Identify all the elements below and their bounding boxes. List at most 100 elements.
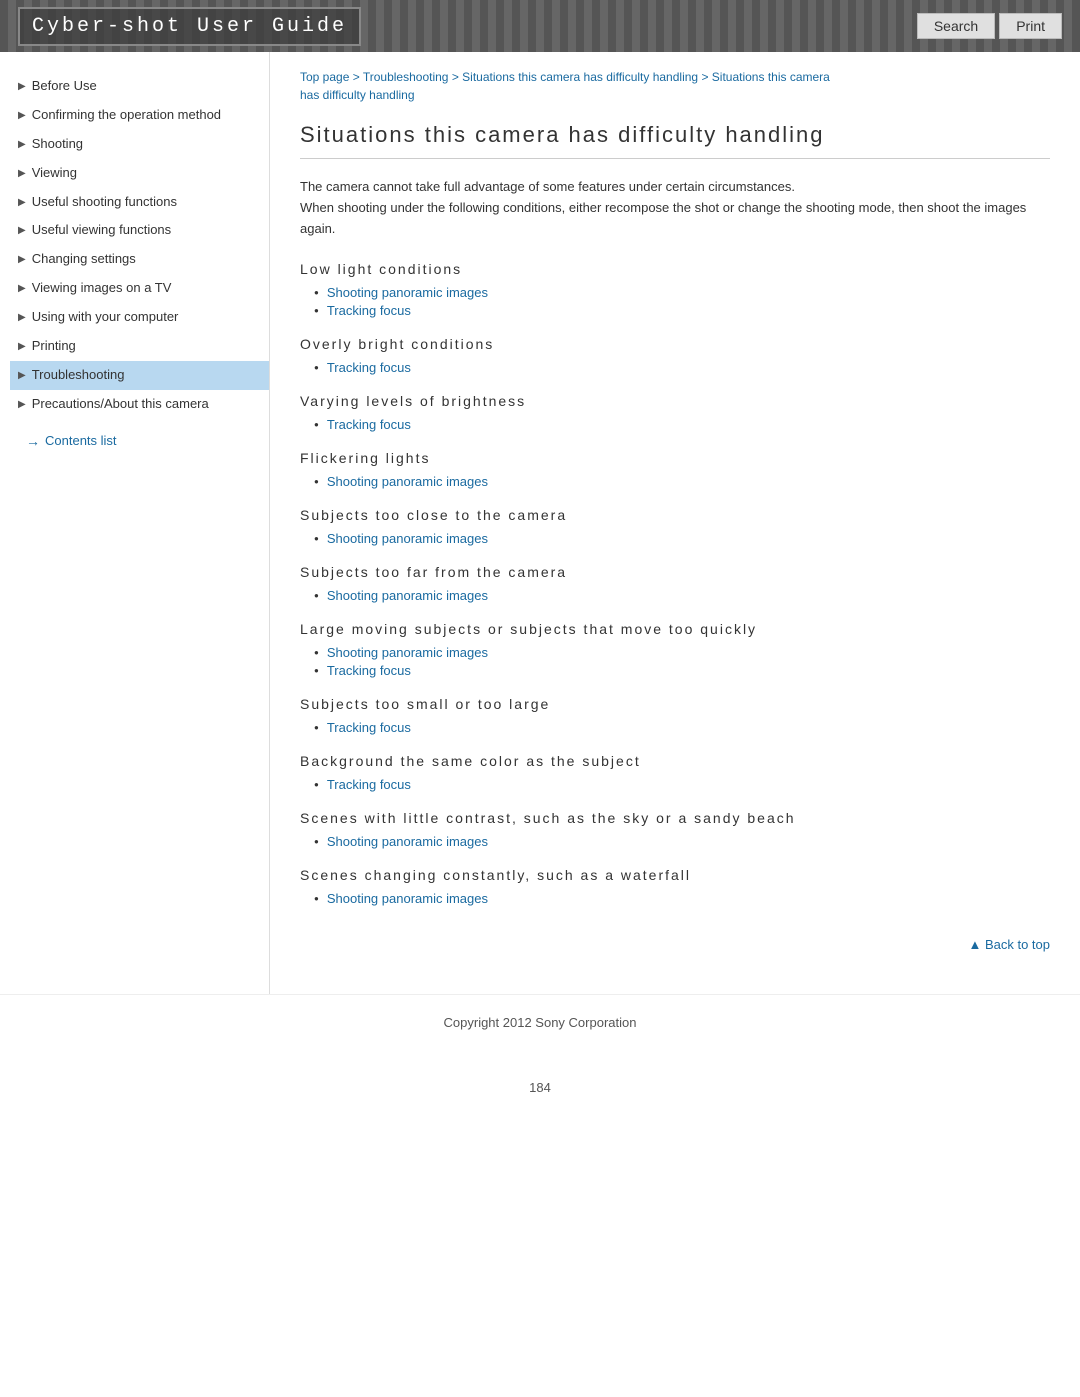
list-item: Shooting panoramic images bbox=[314, 474, 1050, 489]
list-item-link-7-0[interactable]: Tracking focus bbox=[327, 720, 411, 735]
section-list-5: Shooting panoramic images bbox=[300, 588, 1050, 603]
section-list-8: Tracking focus bbox=[300, 777, 1050, 792]
sidebar-arrow-7: ▶ bbox=[18, 282, 26, 295]
sidebar-arrow-5: ▶ bbox=[18, 224, 26, 237]
list-item: Shooting panoramic images bbox=[314, 645, 1050, 660]
section-title-10: Scenes changing constantly, such as a wa… bbox=[300, 867, 1050, 883]
sidebar-item-0[interactable]: ▶Before Use bbox=[10, 72, 269, 101]
sidebar-item-5[interactable]: ▶ Useful viewing functions bbox=[10, 216, 269, 245]
section-title-4: Subjects too close to the camera bbox=[300, 507, 1050, 523]
sidebar-item-8[interactable]: ▶ Using with your computer bbox=[10, 303, 269, 332]
section-0: Low light conditions Shooting panoramic i… bbox=[300, 261, 1050, 318]
section-8: Background the same color as the subject… bbox=[300, 753, 1050, 792]
sidebar-item-2[interactable]: ▶ Shooting bbox=[10, 130, 269, 159]
sidebar-item-6[interactable]: ▶Changing settings bbox=[10, 245, 269, 274]
section-list-1: Tracking focus bbox=[300, 360, 1050, 375]
sidebar-arrow-11: ▶ bbox=[18, 398, 26, 411]
sidebar-arrow-6: ▶ bbox=[18, 253, 26, 266]
sidebar-item-10[interactable]: ▶Troubleshooting bbox=[10, 361, 269, 390]
intro-line1: The camera cannot take full advantage of… bbox=[300, 179, 795, 194]
sidebar-item-11[interactable]: ▶ Precautions/About this camera bbox=[10, 390, 269, 419]
page-number: 184 bbox=[0, 1080, 1080, 1095]
section-1: Overly bright conditionsTracking focus bbox=[300, 336, 1050, 375]
section-list-4: Shooting panoramic images bbox=[300, 531, 1050, 546]
sidebar-arrow-3: ▶ bbox=[18, 167, 26, 180]
list-item-link-4-0[interactable]: Shooting panoramic images bbox=[327, 531, 488, 546]
sidebar-arrow-10: ▶ bbox=[18, 369, 26, 382]
breadcrumb-top[interactable]: Top page bbox=[300, 70, 349, 84]
sidebar-label-5: Useful viewing functions bbox=[32, 222, 261, 239]
list-item: Tracking focus bbox=[314, 663, 1050, 678]
list-item-link-6-1[interactable]: Tracking focus bbox=[327, 663, 411, 678]
print-button[interactable]: Print bbox=[999, 13, 1062, 39]
section-title-9: Scenes with little contrast, such as the… bbox=[300, 810, 1050, 826]
section-title-8: Background the same color as the subject bbox=[300, 753, 1050, 769]
list-item: Shooting panoramic images bbox=[314, 891, 1050, 906]
sidebar-label-2: Shooting bbox=[32, 136, 261, 153]
list-item-link-8-0[interactable]: Tracking focus bbox=[327, 777, 411, 792]
sidebar-item-3[interactable]: ▶ Viewing bbox=[10, 159, 269, 188]
section-6: Large moving subjects or subjects that m… bbox=[300, 621, 1050, 678]
list-item: Tracking focus bbox=[314, 777, 1050, 792]
breadcrumb-situations[interactable]: Situations this camera has difficulty ha… bbox=[462, 70, 698, 84]
breadcrumb-troubleshooting[interactable]: Troubleshooting bbox=[363, 70, 449, 84]
back-to-top-link[interactable]: ▲ Back to top bbox=[968, 937, 1050, 952]
list-item: Shooting panoramic images bbox=[314, 531, 1050, 546]
sidebar-arrow-0: ▶ bbox=[18, 80, 26, 93]
list-item-link-5-0[interactable]: Shooting panoramic images bbox=[327, 588, 488, 603]
header-buttons: Search Print bbox=[917, 13, 1062, 39]
section-3: Flickering lightsShooting panoramic imag… bbox=[300, 450, 1050, 489]
list-item-link-0-1[interactable]: Tracking focus bbox=[327, 303, 411, 318]
sidebar-item-9[interactable]: ▶ Printing bbox=[10, 332, 269, 361]
list-item: Shooting panoramic images bbox=[314, 285, 1050, 300]
section-list-2: Tracking focus bbox=[300, 417, 1050, 432]
contents-list-label: Contents list bbox=[45, 433, 117, 448]
section-list-3: Shooting panoramic images bbox=[300, 474, 1050, 489]
sidebar-label-1: Confirming the operation method bbox=[32, 107, 261, 124]
contents-list-link[interactable]: → Contents list bbox=[10, 425, 269, 457]
section-list-0: Shooting panoramic images Tracking focus bbox=[300, 285, 1050, 318]
list-item-link-1-0[interactable]: Tracking focus bbox=[327, 360, 411, 375]
intro-text: The camera cannot take full advantage of… bbox=[300, 177, 1050, 239]
list-item-link-0-0[interactable]: Shooting panoramic images bbox=[327, 285, 488, 300]
sidebar-label-9: Printing bbox=[32, 338, 261, 355]
section-title-6: Large moving subjects or subjects that m… bbox=[300, 621, 1050, 637]
sidebar-arrow-9: ▶ bbox=[18, 340, 26, 353]
section-title-0: Low light conditions bbox=[300, 261, 1050, 277]
header: Cyber-shot User Guide Search Print bbox=[0, 0, 1080, 52]
list-item: Tracking focus bbox=[314, 417, 1050, 432]
sidebar-label-4: Useful shooting functions bbox=[32, 194, 261, 211]
app-title: Cyber-shot User Guide bbox=[18, 7, 361, 46]
section-list-6: Shooting panoramic images Tracking focus bbox=[300, 645, 1050, 678]
section-title-2: Varying levels of brightness bbox=[300, 393, 1050, 409]
sidebar-label-7: Viewing images on a TV bbox=[32, 280, 261, 297]
search-button[interactable]: Search bbox=[917, 13, 995, 39]
main-content: Top page > Troubleshooting > Situations … bbox=[270, 52, 1080, 994]
section-list-7: Tracking focus bbox=[300, 720, 1050, 735]
sidebar-item-7[interactable]: ▶ Viewing images on a TV bbox=[10, 274, 269, 303]
list-item-link-9-0[interactable]: Shooting panoramic images bbox=[327, 834, 488, 849]
list-item-link-6-0[interactable]: Shooting panoramic images bbox=[327, 645, 488, 660]
sidebar-item-1[interactable]: ▶Confirming the operation method bbox=[10, 101, 269, 130]
sidebar-label-8: Using with your computer bbox=[32, 309, 261, 326]
footer: Copyright 2012 Sony Corporation bbox=[0, 994, 1080, 1070]
list-item: Tracking focus bbox=[314, 360, 1050, 375]
section-list-10: Shooting panoramic images bbox=[300, 891, 1050, 906]
section-list-9: Shooting panoramic images bbox=[300, 834, 1050, 849]
list-item-link-10-0[interactable]: Shooting panoramic images bbox=[327, 891, 488, 906]
section-10: Scenes changing constantly, such as a wa… bbox=[300, 867, 1050, 906]
copyright: Copyright 2012 Sony Corporation bbox=[444, 1015, 637, 1030]
list-item: Tracking focus bbox=[314, 303, 1050, 318]
list-item-link-3-0[interactable]: Shooting panoramic images bbox=[327, 474, 488, 489]
page-wrapper: ▶Before Use▶Confirming the operation met… bbox=[0, 52, 1080, 994]
sidebar-label-3: Viewing bbox=[32, 165, 261, 182]
list-item-link-2-0[interactable]: Tracking focus bbox=[327, 417, 411, 432]
section-4: Subjects too close to the camera Shooting… bbox=[300, 507, 1050, 546]
sections-container: Low light conditions Shooting panoramic i… bbox=[300, 261, 1050, 906]
list-item: Tracking focus bbox=[314, 720, 1050, 735]
section-2: Varying levels of brightness Tracking foc… bbox=[300, 393, 1050, 432]
sidebar-arrow-8: ▶ bbox=[18, 311, 26, 324]
sidebar-arrow-2: ▶ bbox=[18, 138, 26, 151]
sidebar-label-11: Precautions/About this camera bbox=[32, 396, 261, 413]
sidebar-item-4[interactable]: ▶Useful shooting functions bbox=[10, 188, 269, 217]
